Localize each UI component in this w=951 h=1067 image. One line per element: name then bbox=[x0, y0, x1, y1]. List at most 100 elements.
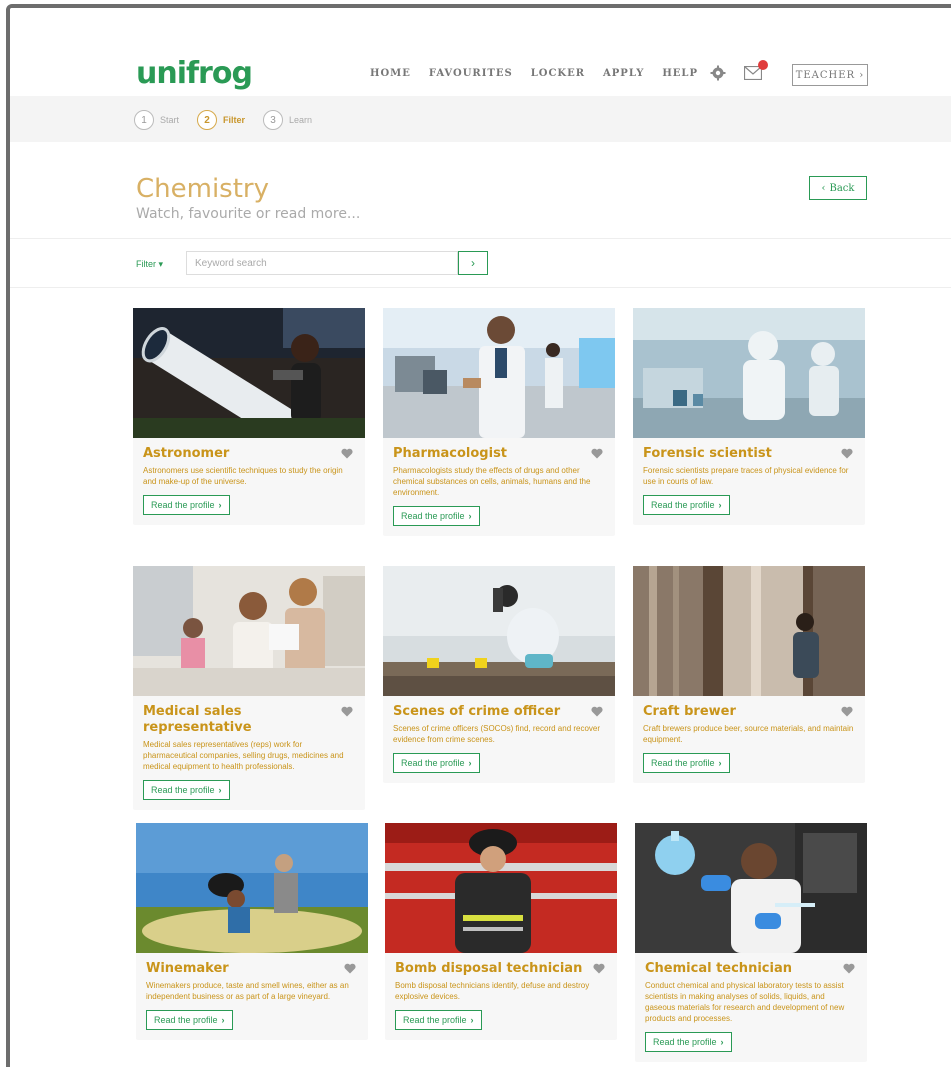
favourite-heart-icon[interactable] bbox=[841, 448, 853, 459]
card-title[interactable]: Winemaker bbox=[146, 961, 358, 977]
chevron-right-icon: › bbox=[468, 758, 472, 768]
medical-sales-photo[interactable] bbox=[133, 566, 365, 696]
career-card-bomb-disposal-technician: Bomb disposal technician Bomb disposal t… bbox=[385, 823, 617, 1040]
read-profile-button[interactable]: Read the profile › bbox=[143, 495, 230, 515]
career-card-medical-sales-representative: Medical sales representative Medical sal… bbox=[133, 566, 365, 810]
button-label: Read the profile bbox=[401, 758, 465, 768]
card-title[interactable]: Pharmacologist bbox=[393, 446, 605, 462]
craft-brewer-photo[interactable] bbox=[633, 566, 865, 696]
card-body: Chemical technician Conduct chemical and… bbox=[635, 953, 867, 1062]
card-body: Craft brewer Craft brewers produce beer,… bbox=[633, 696, 865, 783]
chevron-right-icon: › bbox=[470, 1015, 474, 1025]
read-profile-button[interactable]: Read the profile › bbox=[146, 1010, 233, 1030]
nav-locker[interactable]: LOCKER bbox=[531, 68, 585, 79]
notification-badge bbox=[758, 60, 768, 70]
step-label: Learn bbox=[289, 115, 313, 125]
back-button[interactable]: ‹ Back bbox=[809, 176, 867, 200]
teacher-button[interactable]: TEACHER › bbox=[792, 64, 868, 86]
favourite-heart-icon[interactable] bbox=[841, 706, 853, 717]
bomb-disposal-photo[interactable] bbox=[385, 823, 617, 953]
favourite-heart-icon[interactable] bbox=[344, 963, 356, 974]
forensic-scientist-photo[interactable] bbox=[633, 308, 865, 438]
filter-bar: Filter ▾ › bbox=[10, 238, 951, 288]
filter-dropdown[interactable]: Filter ▾ bbox=[136, 259, 163, 270]
progress-steps: 1 Start 2 Filter 3 Learn bbox=[134, 110, 312, 130]
button-label: Read the profile bbox=[653, 1037, 717, 1047]
crime-scene-photo[interactable] bbox=[383, 566, 615, 696]
read-profile-button[interactable]: Read the profile › bbox=[393, 506, 480, 526]
career-card-chemical-technician: Chemical technician Conduct chemical and… bbox=[635, 823, 867, 1062]
button-label: Read the profile bbox=[151, 500, 215, 510]
favourite-heart-icon[interactable] bbox=[843, 963, 855, 974]
step-number: 3 bbox=[263, 110, 284, 130]
unifrog-logo[interactable]: unifrog bbox=[136, 56, 253, 91]
card-title[interactable]: Bomb disposal technician bbox=[395, 961, 607, 977]
card-title[interactable]: Craft brewer bbox=[643, 704, 855, 720]
card-description: Conduct chemical and physical laboratory… bbox=[645, 981, 845, 1023]
chevron-right-icon: › bbox=[720, 1037, 724, 1047]
button-label: Read the profile bbox=[401, 511, 465, 521]
card-description: Craft brewers produce beer, source mater… bbox=[643, 724, 854, 744]
read-profile-button[interactable]: Read the profile › bbox=[643, 495, 730, 515]
step-filter[interactable]: 2 Filter bbox=[197, 110, 245, 130]
card-body: Astronomer Astronomers use scientific te… bbox=[133, 438, 365, 525]
card-description: Bomb disposal technicians identify, defu… bbox=[395, 981, 590, 1001]
card-title[interactable]: Chemical technician bbox=[645, 961, 857, 977]
career-card-forensic-scientist: Forensic scientist Forensic scientists p… bbox=[633, 308, 865, 525]
search-submit-button[interactable]: › bbox=[458, 251, 488, 275]
favourite-heart-icon[interactable] bbox=[341, 448, 353, 459]
chevron-left-icon: ‹ bbox=[821, 182, 826, 194]
page-subtitle: Watch, favourite or read more... bbox=[136, 206, 361, 222]
career-card-astronomer: Astronomer Astronomers use scientific te… bbox=[133, 308, 365, 525]
step-learn[interactable]: 3 Learn bbox=[263, 110, 312, 130]
card-title[interactable]: Astronomer bbox=[143, 446, 355, 462]
top-navigation-bar: unifrog HOME FAVOURITES LOCKER APPLY HEL… bbox=[10, 8, 951, 100]
step-label: Filter bbox=[223, 115, 246, 125]
page-title: Chemistry bbox=[136, 174, 269, 204]
favourite-heart-icon[interactable] bbox=[591, 706, 603, 717]
read-profile-button[interactable]: Read the profile › bbox=[393, 753, 480, 773]
favourite-heart-icon[interactable] bbox=[591, 448, 603, 459]
settings-gear-icon[interactable] bbox=[710, 65, 726, 81]
back-label: Back bbox=[829, 182, 855, 194]
card-title[interactable]: Scenes of crime officer bbox=[393, 704, 605, 720]
astronomer-photo[interactable] bbox=[133, 308, 365, 438]
card-title[interactable]: Medical sales representative bbox=[143, 704, 355, 736]
chemical-technician-photo[interactable] bbox=[635, 823, 867, 953]
pharmacologist-photo[interactable] bbox=[383, 308, 615, 438]
read-profile-button[interactable]: Read the profile › bbox=[645, 1032, 732, 1052]
read-profile-button[interactable]: Read the profile › bbox=[395, 1010, 482, 1030]
button-label: Read the profile bbox=[651, 500, 715, 510]
card-body: Winemaker Winemakers produce, taste and … bbox=[136, 953, 368, 1040]
step-start[interactable]: 1 Start bbox=[134, 110, 179, 130]
favourite-heart-icon[interactable] bbox=[341, 706, 353, 717]
nav-apply[interactable]: APPLY bbox=[603, 68, 644, 79]
card-title[interactable]: Forensic scientist bbox=[643, 446, 855, 462]
card-description: Scenes of crime officers (SOCOs) find, r… bbox=[393, 724, 601, 744]
browser-frame: unifrog HOME FAVOURITES LOCKER APPLY HEL… bbox=[6, 4, 951, 1067]
nav-help[interactable]: HELP bbox=[662, 68, 698, 79]
button-label: Read the profile bbox=[151, 785, 215, 795]
favourite-heart-icon[interactable] bbox=[593, 963, 605, 974]
career-card-winemaker: Winemaker Winemakers produce, taste and … bbox=[136, 823, 368, 1040]
main-nav: HOME FAVOURITES LOCKER APPLY HELP bbox=[370, 68, 698, 79]
nav-home[interactable]: HOME bbox=[370, 68, 411, 79]
career-card-pharmacologist: Pharmacologist Pharmacologists study the… bbox=[383, 308, 615, 536]
card-description: Winemakers produce, taste and smell wine… bbox=[146, 981, 349, 1001]
card-description: Forensic scientists prepare traces of ph… bbox=[643, 466, 849, 486]
read-profile-button[interactable]: Read the profile › bbox=[143, 780, 230, 800]
chevron-right-icon: › bbox=[718, 500, 722, 510]
card-description: Medical sales representatives (reps) wor… bbox=[143, 740, 344, 771]
card-description: Astronomers use scientific techniques to… bbox=[143, 466, 343, 486]
step-label: Start bbox=[160, 115, 180, 125]
keyword-search-input[interactable] bbox=[186, 251, 458, 275]
button-label: Read the profile bbox=[651, 758, 715, 768]
step-number: 1 bbox=[134, 110, 154, 130]
winemaker-photo[interactable] bbox=[136, 823, 368, 953]
button-label: Read the profile bbox=[403, 1015, 467, 1025]
read-profile-button[interactable]: Read the profile › bbox=[643, 753, 730, 773]
card-body: Bomb disposal technician Bomb disposal t… bbox=[385, 953, 617, 1040]
steps-bar: 1 Start 2 Filter 3 Learn bbox=[10, 96, 951, 142]
nav-favourites[interactable]: FAVOURITES bbox=[429, 68, 513, 79]
career-card-craft-brewer: Craft brewer Craft brewers produce beer,… bbox=[633, 566, 865, 783]
